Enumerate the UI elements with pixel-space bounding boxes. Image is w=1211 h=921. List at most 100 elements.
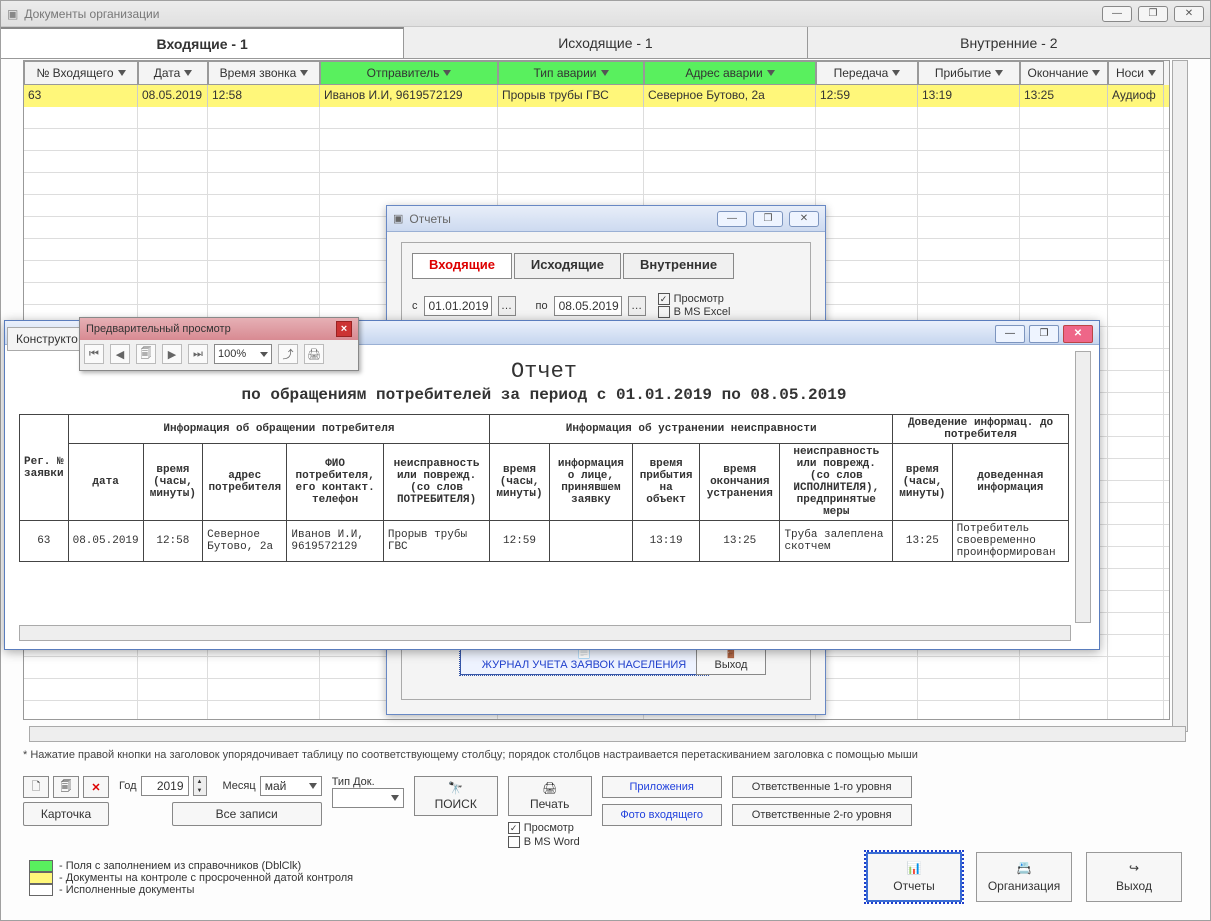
card-button[interactable]: Карточка <box>23 802 109 826</box>
month-label: Месяц <box>223 780 256 792</box>
swatch-yellow <box>29 872 53 884</box>
col-sender[interactable]: Отправитель <box>320 61 498 85</box>
report-subtitle: по обращениям потребителей за период с 0… <box>19 386 1069 404</box>
organization-icon: 📇 <box>1017 861 1032 875</box>
from-date-picker[interactable]: … <box>498 296 516 316</box>
reports-tab-outgoing[interactable]: Исходящие <box>514 253 621 279</box>
col-arrive[interactable]: Прибытие <box>918 61 1020 85</box>
col-finish[interactable]: Окончание <box>1020 61 1108 85</box>
rh-tarr: время прибытия на объект <box>633 444 700 521</box>
year-spinner[interactable]: ▲▼ <box>193 776 207 796</box>
table-row[interactable] <box>24 129 1169 151</box>
attachments-button[interactable]: Приложения <box>602 776 722 798</box>
preview-horizontal-scrollbar[interactable] <box>19 625 1071 641</box>
rh-reg: Рег. № заявки <box>20 415 69 521</box>
from-date-input[interactable]: 01.01.2019 <box>424 296 492 316</box>
rh-info: доведенная информация <box>952 444 1068 521</box>
rh-tend: время окончания устранения <box>700 444 780 521</box>
col-type[interactable]: Тип аварии <box>498 61 644 85</box>
col-date[interactable]: Дата <box>138 61 208 85</box>
delete-doc-button[interactable]: ✕ <box>83 776 109 798</box>
col-number[interactable]: № Входящего <box>24 61 138 85</box>
cell-time: 12:58 <box>208 85 320 107</box>
col-calltime[interactable]: Время звонка <box>208 61 320 85</box>
main-title: Документы организации <box>24 7 1102 21</box>
minimize-button[interactable]: — <box>1102 6 1132 22</box>
rh-time: время (часы, минуты) <box>143 444 203 521</box>
reports-preview-checkbox[interactable]: ✓Просмотр <box>658 293 731 305</box>
year-input[interactable]: 2019 <box>141 776 189 796</box>
rh-t2: время (часы, минуты) <box>490 444 550 521</box>
preview-minimize-button[interactable]: — <box>995 325 1025 343</box>
app-icon: ▣ <box>7 7 18 21</box>
doctype-label: Тип Док. <box>332 776 375 788</box>
rh-t3: время (часы, минуты) <box>893 444 953 521</box>
to-date-input[interactable]: 08.05.2019 <box>554 296 622 316</box>
responsible-2-button[interactable]: Ответственные 2-го уровня <box>732 804 912 826</box>
reports-maximize-button[interactable]: ❐ <box>753 211 783 227</box>
cell-addr: Северное Бутово, 2а <box>644 85 816 107</box>
all-records-button[interactable]: Все записи <box>172 802 322 826</box>
horizontal-scrollbar[interactable] <box>29 726 1186 742</box>
reports-excel-checkbox[interactable]: В MS Excel <box>658 306 731 318</box>
rh-problem: неисправность или поврежд. (со слов ПОТР… <box>383 444 489 521</box>
exit-button[interactable]: ↪ Выход <box>1086 852 1182 902</box>
preview-vertical-scrollbar[interactable] <box>1075 351 1091 623</box>
cell-sender: Иванов И.И, 9619572129 <box>320 85 498 107</box>
to-date-picker[interactable]: … <box>628 296 646 316</box>
table-row[interactable] <box>24 151 1169 173</box>
swatch-green <box>29 860 53 872</box>
report-row: 63 08.05.2019 12:58 Северное Бутово, 2а … <box>20 521 1069 562</box>
tab-internal[interactable]: Внутренние - 2 <box>808 27 1210 58</box>
main-tabs: Входящие - 1 Исходящие - 1 Внутренние - … <box>1 27 1210 59</box>
rh-addr: адрес потребителя <box>203 444 287 521</box>
from-label: с <box>412 300 418 312</box>
rh-date: дата <box>68 444 143 521</box>
copy-doc-button[interactable]: 🗐 <box>53 776 79 798</box>
month-select[interactable]: май <box>260 776 322 796</box>
preview-toolbar-title: Предварительный просмотр <box>86 323 336 335</box>
search-button[interactable]: 🔭 ПОИСК <box>414 776 498 816</box>
binoculars-icon: 🔭 <box>448 781 463 795</box>
col-address[interactable]: Адрес аварии <box>644 61 816 85</box>
report-title: Отчет <box>19 359 1069 384</box>
rh-fio: ФИО потребителя, его контакт. телефон <box>287 444 383 521</box>
tab-incoming[interactable]: Входящие - 1 <box>1 27 404 58</box>
to-label: по <box>536 300 548 312</box>
reports-button[interactable]: 📊 Отчеты <box>866 852 962 902</box>
msword-checkbox[interactable]: В MS Word <box>508 836 592 848</box>
constructor-tab[interactable]: Конструкто <box>7 327 87 351</box>
reports-minimize-button[interactable]: — <box>717 211 747 227</box>
legend: - Поля с заполнением из справочников (Db… <box>29 860 353 896</box>
preview-toolbar-close[interactable]: × <box>336 321 352 337</box>
table-row[interactable] <box>24 107 1169 129</box>
table-row[interactable] <box>24 173 1169 195</box>
print-preview-window: — ❐ ✕ Конструкто Предварительный просмот… <box>4 320 1100 650</box>
rh-fixed: неисправность или поврежд. (со слов ИСПО… <box>780 444 893 521</box>
vertical-scrollbar[interactable] <box>1172 60 1188 732</box>
table-row[interactable]: 63 08.05.2019 12:58 Иванов И.И, 96195721… <box>24 85 1169 107</box>
reports-tab-internal[interactable]: Внутренние <box>623 253 734 279</box>
organization-button[interactable]: 📇 Организация <box>976 852 1072 902</box>
preview-maximize-button[interactable]: ❐ <box>1029 325 1059 343</box>
preview-checkbox[interactable]: ✓Просмотр <box>508 822 592 834</box>
doctype-select[interactable] <box>332 788 404 808</box>
preview-close-button[interactable]: ✕ <box>1063 325 1093 343</box>
new-doc-button[interactable]: 🗋 <box>23 776 49 798</box>
col-transfer[interactable]: Передача <box>816 61 918 85</box>
col-carrier[interactable]: Носи <box>1108 61 1164 85</box>
tab-outgoing[interactable]: Исходящие - 1 <box>404 27 807 58</box>
cell-transfer: 12:59 <box>816 85 918 107</box>
cell-arrive: 13:19 <box>918 85 1020 107</box>
responsible-1-button[interactable]: Ответственные 1-го уровня <box>732 776 912 798</box>
reports-tab-incoming[interactable]: Входящие <box>412 253 512 279</box>
print-button[interactable]: 🖨 Печать <box>508 776 592 816</box>
grid-header-row: № Входящего Дата Время звонка Отправител… <box>24 61 1169 85</box>
photo-button[interactable]: Фото входящего <box>602 804 722 826</box>
maximize-button[interactable]: ❐ <box>1138 6 1168 22</box>
rh-person: информация о лице, принявшем заявку <box>549 444 632 521</box>
reports-titlebar: ▣ Отчеты — ❐ ✕ <box>387 206 825 232</box>
reports-close-button[interactable]: ✕ <box>789 211 819 227</box>
rh-group1: Информация об обращении потребителя <box>68 415 490 444</box>
close-button[interactable]: ✕ <box>1174 6 1204 22</box>
